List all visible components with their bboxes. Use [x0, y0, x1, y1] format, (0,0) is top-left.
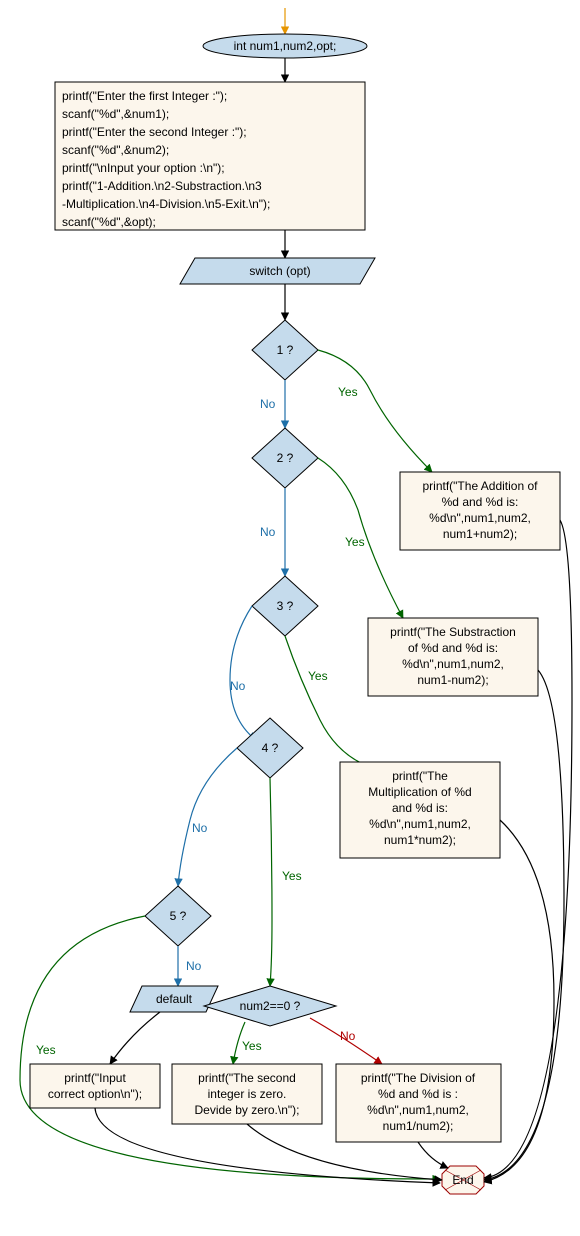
mul-l1: printf("The — [392, 769, 448, 783]
sub-l2: of %d and %d is: — [408, 641, 498, 655]
start-label: int num1,num2,opt; — [234, 39, 337, 53]
decision-1-label: 1 ? — [277, 343, 294, 357]
edge-d4-yes — [270, 778, 272, 986]
edge-d1-yes — [318, 350, 432, 472]
mul-l4: %d\n",num1,num2, — [369, 817, 471, 831]
io-line-4: scanf("%d",&num2); — [62, 143, 169, 157]
decision-4-label: 4 ? — [262, 741, 279, 755]
decision-2-label: 2 ? — [277, 451, 294, 465]
d2-yes-label: Yes — [345, 535, 365, 549]
numzero-yes-label: Yes — [242, 1039, 262, 1053]
edge-div-end — [418, 1142, 448, 1168]
io-line-6: printf("1-Addition.\n2-Substraction.\n3 — [62, 179, 262, 193]
io-line-7: -Multiplication.\n4-Division.\n5-Exit.\n… — [62, 197, 270, 211]
d4-yes-label: Yes — [282, 869, 302, 883]
mul-l5: num1*num2); — [384, 833, 456, 847]
div-l4: num1/num2); — [383, 1119, 454, 1133]
sub-l3: %d\n",num1,num2, — [402, 657, 504, 671]
flowchart: int num1,num2,opt; printf("Enter the fir… — [0, 0, 580, 1236]
add-l2: %d and %d is: — [442, 495, 519, 509]
mul-l3: and %d is: — [392, 801, 448, 815]
divzero-l2: integer is zero. — [208, 1087, 287, 1101]
inputcorrect-l1: printf("Input — [64, 1071, 126, 1085]
end-label: End — [452, 1173, 473, 1187]
inputcorrect-l2: correct option\n"); — [48, 1087, 142, 1101]
numzero-no-label: No — [340, 1029, 356, 1043]
d3-no-label: No — [230, 679, 246, 693]
decision-3-label: 3 ? — [277, 599, 294, 613]
d4-no-label: No — [192, 821, 208, 835]
d2-no-label: No — [260, 525, 276, 539]
add-l4: num1+num2); — [443, 527, 517, 541]
d5-yes-label: Yes — [36, 1043, 56, 1057]
default-label: default — [156, 992, 193, 1006]
edge-d4-no — [178, 748, 237, 886]
d1-no-label: No — [260, 397, 276, 411]
edge-d3-no — [230, 606, 256, 740]
sub-l4: num1-num2); — [417, 673, 488, 687]
div-l3: %d\n",num1,num2, — [367, 1103, 469, 1117]
d5-no-label: No — [186, 959, 202, 973]
add-l1: printf("The Addition of — [423, 479, 539, 493]
div-l2: %d and %d is : — [378, 1087, 458, 1101]
numzero-label: num2==0 ? — [240, 999, 301, 1013]
decision-5-label: 5 ? — [170, 909, 187, 923]
switch-label: switch (opt) — [249, 264, 310, 278]
io-line-3: printf("Enter the second Integer :"); — [62, 125, 247, 139]
divzero-l3: Devide by zero.\n"); — [195, 1103, 300, 1117]
d1-yes-label: Yes — [338, 385, 358, 399]
sub-l1: printf("The Substraction — [390, 625, 516, 639]
io-line-1: printf("Enter the first Integer :"); — [62, 89, 227, 103]
io-line-8: scanf("%d",&opt); — [62, 215, 156, 229]
edge-default-inputcorrect — [110, 1012, 160, 1064]
mul-l2: Multiplication of %d — [368, 785, 471, 799]
io-line-2: scanf("%d",&num1); — [62, 107, 169, 121]
divzero-l1: printf("The second — [198, 1071, 296, 1085]
io-line-5: printf("\nInput your option :\n"); — [62, 161, 225, 175]
add-l3: %d\n",num1,num2, — [429, 511, 531, 525]
d3-yes-label: Yes — [308, 669, 328, 683]
div-l1: printf("The Division of — [361, 1071, 476, 1085]
